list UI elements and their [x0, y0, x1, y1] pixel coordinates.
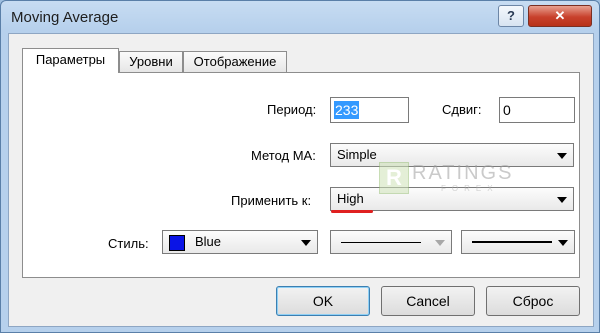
apply-label: Применить к: [231, 193, 312, 208]
line-style-select[interactable] [330, 230, 452, 254]
line-style-sample [341, 242, 421, 243]
tab-levels[interactable]: Уровни [119, 51, 183, 72]
shift-label: Сдвиг: [442, 102, 482, 117]
shift-input[interactable]: 0 [499, 97, 575, 123]
chevron-down-icon [558, 240, 568, 246]
period-label: Период: [267, 102, 317, 117]
cancel-button[interactable]: Cancel [381, 286, 475, 316]
window-title: Moving Average [11, 9, 119, 26]
dialog-window: Moving Average ? ✕ Параметры Уровни Отоб… [0, 0, 600, 333]
ok-button[interactable]: OK [276, 286, 370, 316]
method-label: Метод МА: [251, 148, 316, 163]
title-bar[interactable]: Moving Average ? ✕ [1, 1, 599, 33]
chevron-down-icon [301, 240, 311, 246]
color-swatch [169, 235, 185, 251]
apply-select[interactable]: High [330, 187, 574, 211]
line-width-select[interactable] [461, 230, 575, 254]
apply-value: High [337, 191, 364, 206]
reset-button[interactable]: Сброс [486, 286, 580, 316]
period-input[interactable]: 233 [330, 97, 409, 123]
red-underline-highlight [331, 210, 373, 213]
period-value: 233 [334, 101, 360, 119]
close-button[interactable]: ✕ [528, 5, 592, 27]
chevron-down-icon [557, 197, 567, 203]
chevron-down-icon [557, 153, 567, 159]
line-width-sample [472, 241, 552, 243]
color-value: Blue [195, 234, 222, 249]
style-label: Стиль: [108, 236, 149, 251]
method-value: Simple [337, 147, 377, 162]
color-select[interactable]: Blue [162, 230, 318, 254]
help-button[interactable]: ? [498, 5, 524, 27]
dialog-client-area: Параметры Уровни Отображение Период: 233… [8, 33, 594, 327]
parameters-panel: Период: 233 Сдвиг: 0 Метод МА: Simple Пр… [22, 72, 580, 278]
method-select[interactable]: Simple [330, 143, 574, 167]
tab-display[interactable]: Отображение [183, 51, 287, 72]
chevron-down-icon [435, 240, 445, 246]
tab-parameters[interactable]: Параметры [22, 48, 119, 73]
